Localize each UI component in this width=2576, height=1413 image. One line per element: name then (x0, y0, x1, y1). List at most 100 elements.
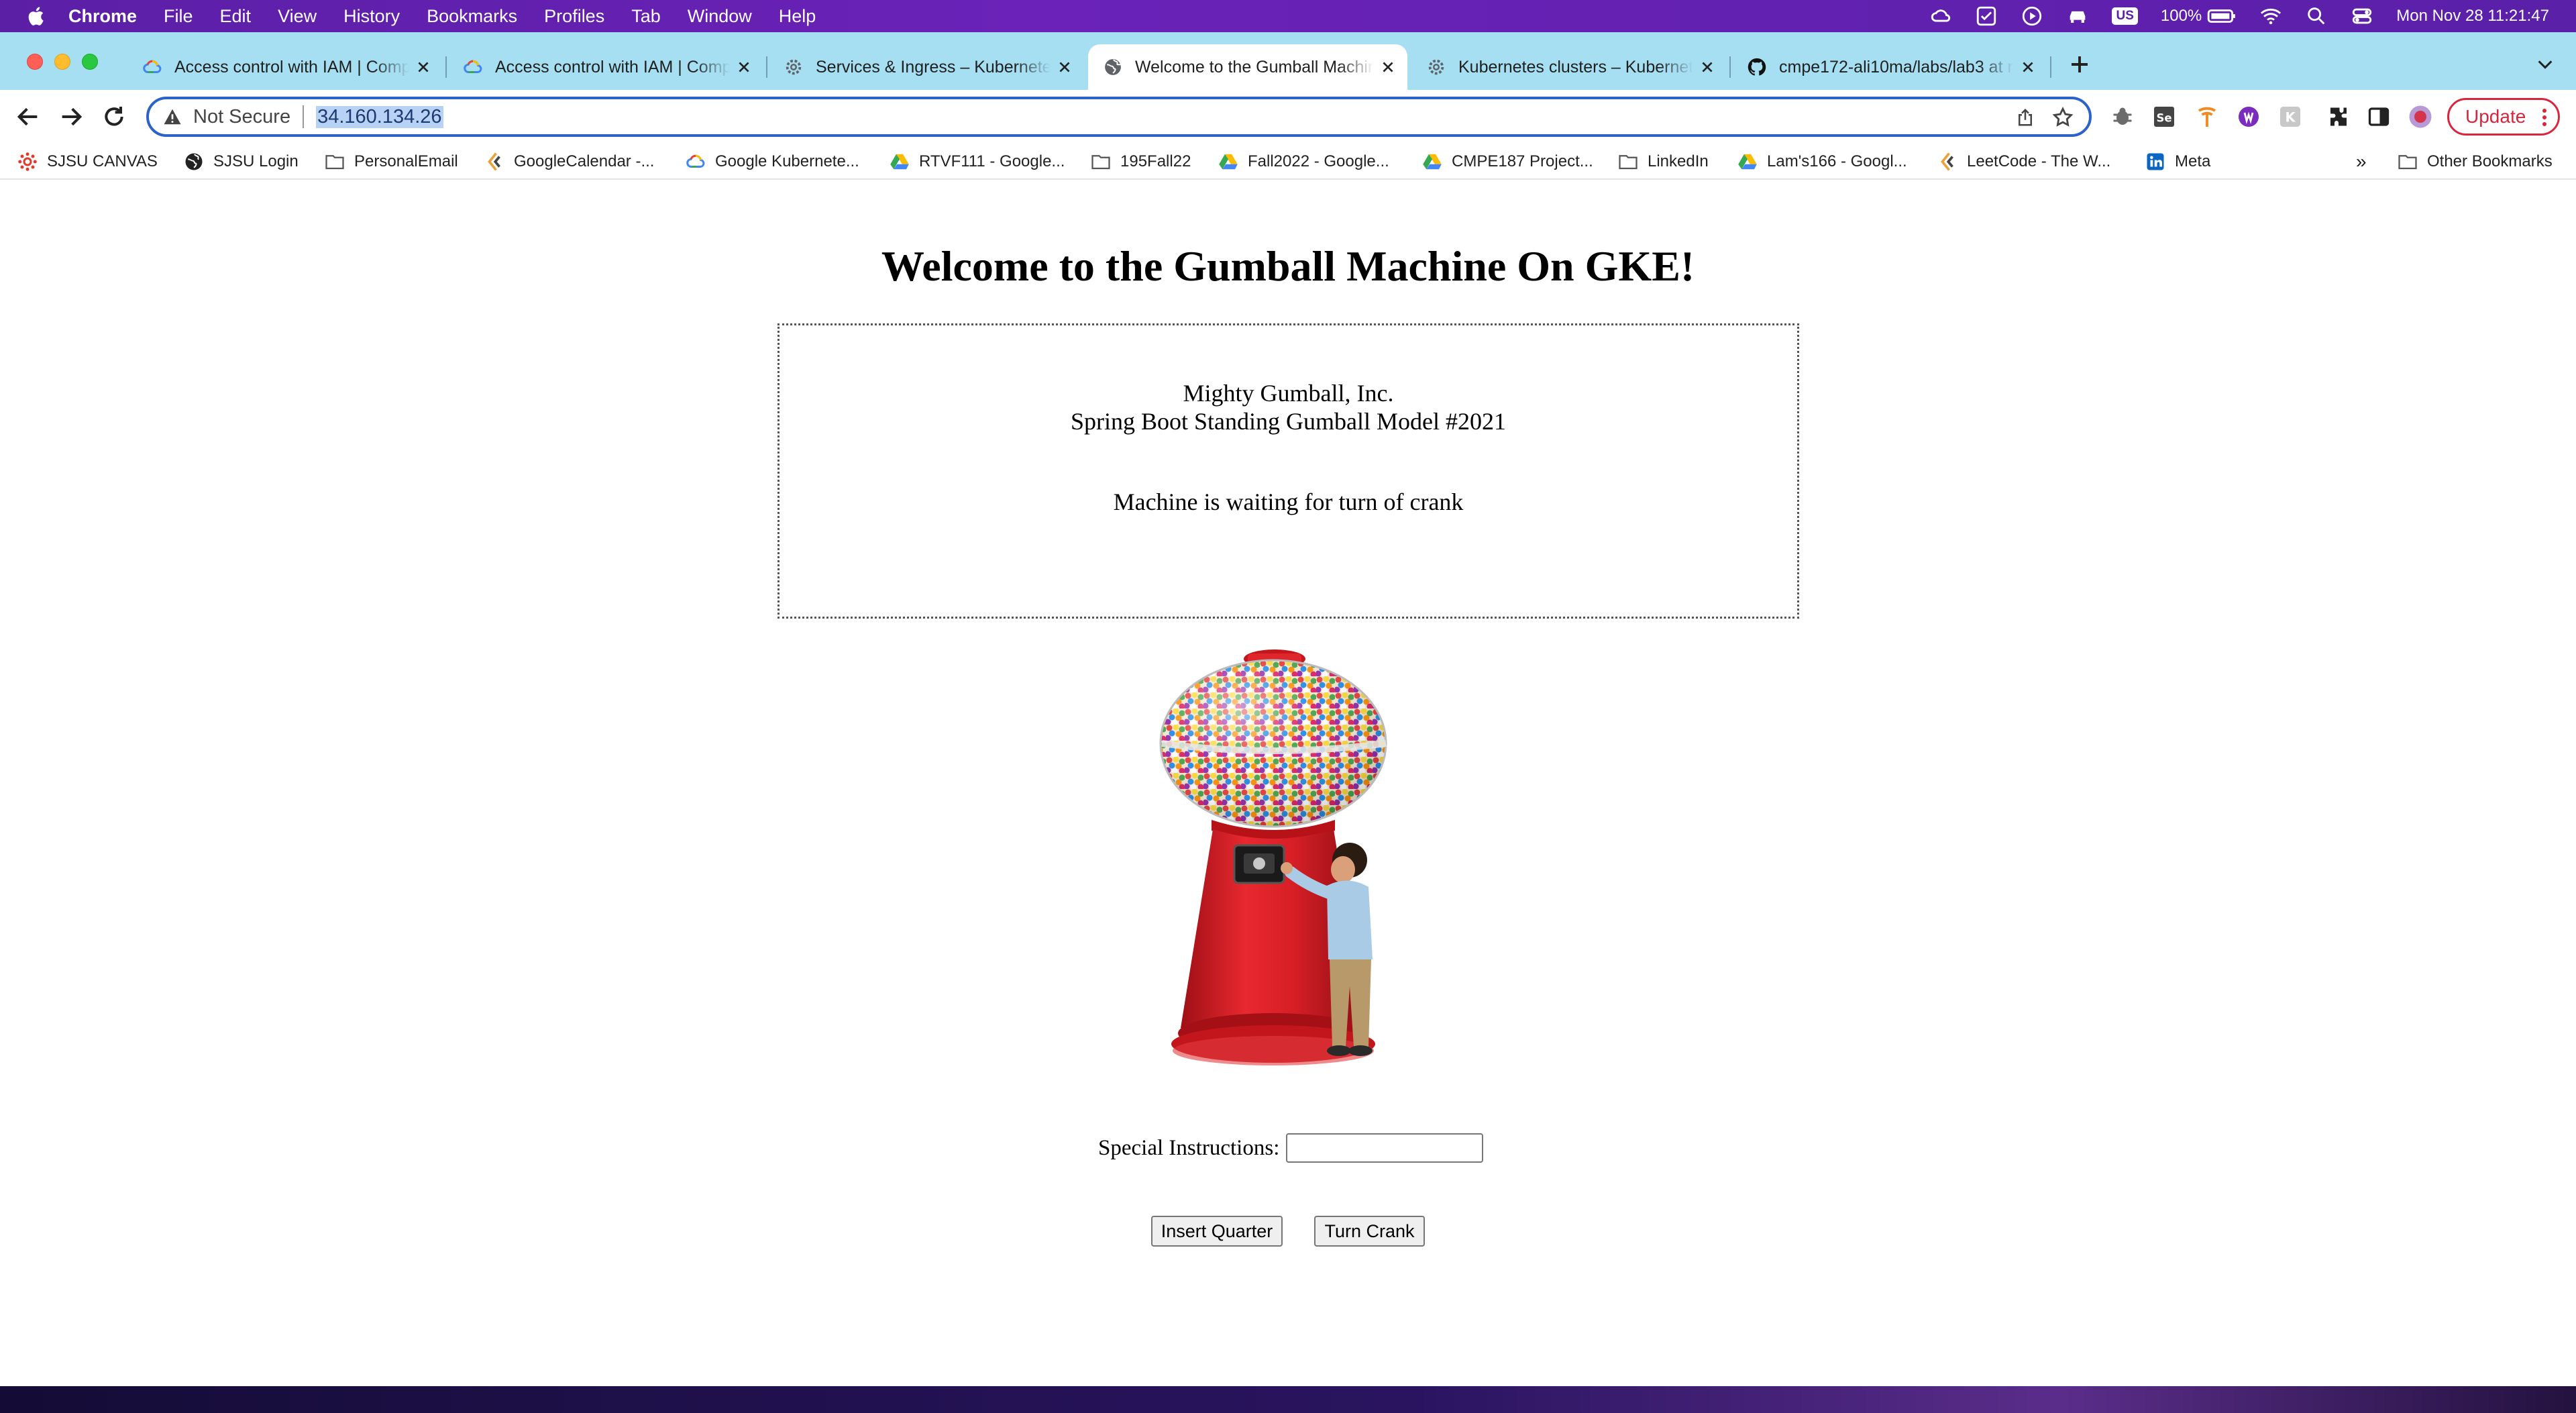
address-bar[interactable]: Not Secure 34.160.134.26 (146, 97, 2092, 137)
github-icon (1748, 58, 1766, 76)
close-icon[interactable] (1057, 60, 1072, 74)
wifi-icon[interactable] (2259, 5, 2282, 28)
antenna-extension-icon[interactable] (2195, 105, 2219, 129)
close-icon[interactable] (2021, 60, 2035, 74)
bookmark-sjsu-canvas[interactable]: SJSU CANVAS (17, 149, 158, 174)
selenium-extension-icon[interactable]: Se (2152, 105, 2176, 129)
bookmark-google-kubernetes[interactable]: Google Kubernete... (686, 149, 859, 174)
bookmark-meta[interactable]: Meta (2145, 149, 2210, 174)
side-panel-icon[interactable] (2367, 105, 2391, 129)
close-icon[interactable] (416, 60, 431, 74)
menu-help[interactable]: Help (779, 6, 816, 27)
bookmark-label: Google Kubernete... (715, 152, 859, 170)
bookmark-label: RTVF111 - Google... (919, 152, 1065, 170)
apple-logo-icon[interactable] (25, 5, 48, 28)
bookmark-sjsu-login[interactable]: SJSU Login (184, 149, 299, 174)
leetcode-icon (1941, 152, 1953, 171)
bookmark-195fall22[interactable]: 195Fall22 (1091, 149, 1191, 174)
window-close-button[interactable] (27, 54, 43, 70)
menu-edit[interactable]: Edit (220, 6, 252, 27)
special-instructions-input[interactable] (1286, 1133, 1484, 1163)
close-icon[interactable] (737, 60, 751, 74)
more-vertical-icon[interactable] (2542, 108, 2547, 127)
menu-view[interactable]: View (278, 6, 317, 27)
tab-title: cmpe172-ali10ma/labs/lab3 at main (1779, 57, 2014, 76)
menu-tab[interactable]: Tab (631, 6, 661, 27)
turn-crank-button[interactable]: Turn Crank (1314, 1216, 1425, 1247)
menu-window[interactable]: Window (688, 6, 752, 27)
spotlight-search-icon[interactable] (2305, 5, 2328, 28)
bookmarks-overflow-button[interactable]: » (2356, 149, 2367, 174)
folder-icon (325, 155, 344, 170)
google-drive-icon (1738, 154, 1757, 170)
bookmark-personal-email[interactable]: PersonalEmail (325, 149, 458, 174)
bookmark-star-icon[interactable] (2051, 106, 2074, 129)
share-icon[interactable] (2015, 107, 2035, 127)
tab-services-ingress[interactable]: Services & Ingress – Kubernetes Engine (769, 44, 1084, 90)
menu-profiles[interactable]: Profiles (544, 6, 604, 27)
input-source-badge[interactable]: US (2112, 7, 2138, 25)
tab-title: Welcome to the Gumball Machine (1135, 57, 1374, 76)
tab-access-control-2[interactable]: Access control with IAM | Compute Engine (448, 44, 763, 90)
special-instructions-row: Special Instructions: (1098, 1131, 1484, 1165)
tab-search-chevron-down-icon[interactable] (2536, 56, 2555, 72)
bookmark-linkedin[interactable]: LinkedIn (1618, 149, 1709, 174)
battery-icon[interactable] (2207, 5, 2237, 28)
not-secure-label[interactable]: Not Secure (193, 106, 290, 128)
menu-bar-status-area: US 100% Mon Nov 28 11:21:47 (1907, 0, 2549, 32)
clock[interactable]: Mon Nov 28 11:21:47 (2396, 7, 2549, 25)
google-drive-icon (890, 154, 909, 170)
play-circle-icon[interactable] (2021, 5, 2043, 28)
warning-triangle-icon[interactable] (162, 107, 182, 127)
close-icon[interactable] (1381, 60, 1395, 74)
forward-arrow-icon[interactable] (58, 103, 85, 130)
creative-cloud-icon[interactable] (1929, 5, 1952, 28)
reload-icon[interactable] (101, 103, 127, 130)
back-arrow-icon[interactable] (15, 103, 42, 130)
bookmark-cmpe187-project[interactable]: CMPE187 Project... (1422, 149, 1593, 174)
tab-github-lab3[interactable]: cmpe172-ali10ma/labs/lab3 at main (1732, 44, 2047, 90)
bookmark-google-calendar[interactable]: GoogleCalendar -... (484, 149, 654, 174)
purple-extension-icon[interactable] (2237, 105, 2261, 129)
bug-extension-icon[interactable] (2110, 105, 2135, 129)
tab-kubernetes-clusters[interactable]: Kubernetes clusters – Kubernetes Engine (1411, 44, 1727, 90)
tab-gumball-machine[interactable]: Welcome to the Gumball Machine (1088, 44, 1407, 90)
folder-icon (2398, 155, 2417, 170)
extensions-puzzle-icon[interactable] (2326, 105, 2351, 129)
close-icon[interactable] (1700, 60, 1715, 74)
tab-access-control-1[interactable]: Access control with IAM | Compute Engine (127, 44, 443, 90)
bookmark-label: CMPE187 Project... (1452, 152, 1593, 170)
linkedin-icon (2147, 153, 2164, 170)
gear-icon (786, 59, 802, 75)
bookmark-fall2022[interactable]: Fall2022 - Google... (1218, 149, 1389, 174)
bookmark-other-bookmarks[interactable]: Other Bookmarks (2398, 149, 2553, 174)
menu-history[interactable]: History (343, 6, 400, 27)
bookmark-label: Other Bookmarks (2427, 152, 2553, 170)
overflow-chevron-icon: » (2356, 151, 2367, 172)
tab-separator (445, 56, 447, 78)
menu-file[interactable]: File (164, 6, 193, 27)
bookmark-rtvf111[interactable]: RTVF111 - Google... (890, 149, 1065, 174)
profile-avatar-icon[interactable] (2408, 105, 2432, 129)
window-minimize-button[interactable] (54, 54, 70, 70)
bookmark-label: Fall2022 - Google... (1248, 152, 1389, 170)
window-zoom-button[interactable] (82, 54, 98, 70)
tab-separator (766, 56, 767, 78)
bookmark-label: SJSU CANVAS (47, 152, 158, 170)
insert-quarter-button[interactable]: Insert Quarter (1151, 1216, 1283, 1247)
car-icon[interactable] (2066, 5, 2089, 28)
update-button[interactable]: Update (2447, 98, 2560, 136)
new-tab-plus-icon[interactable] (2068, 52, 2092, 76)
menu-app-name[interactable]: Chrome (68, 6, 137, 27)
tab-title: Kubernetes clusters – Kubernetes Engine (1458, 57, 1693, 76)
bookmark-lams166[interactable]: Lam's166 - Googl... (1737, 149, 1907, 174)
k-extension-icon[interactable]: K (2278, 105, 2302, 129)
bookmark-leetcode[interactable]: LeetCode - The W... (1937, 149, 2110, 174)
menu-bookmarks[interactable]: Bookmarks (427, 6, 517, 27)
battery-percent: 100% (2160, 7, 2202, 25)
google-cloud-icon (143, 60, 162, 73)
url-text[interactable]: 34.160.134.26 (316, 105, 443, 128)
tab-title: Access control with IAM | Compute Engine (174, 57, 409, 76)
checkbox-icon[interactable] (1975, 5, 1998, 28)
control-center-icon[interactable] (2351, 5, 2373, 28)
